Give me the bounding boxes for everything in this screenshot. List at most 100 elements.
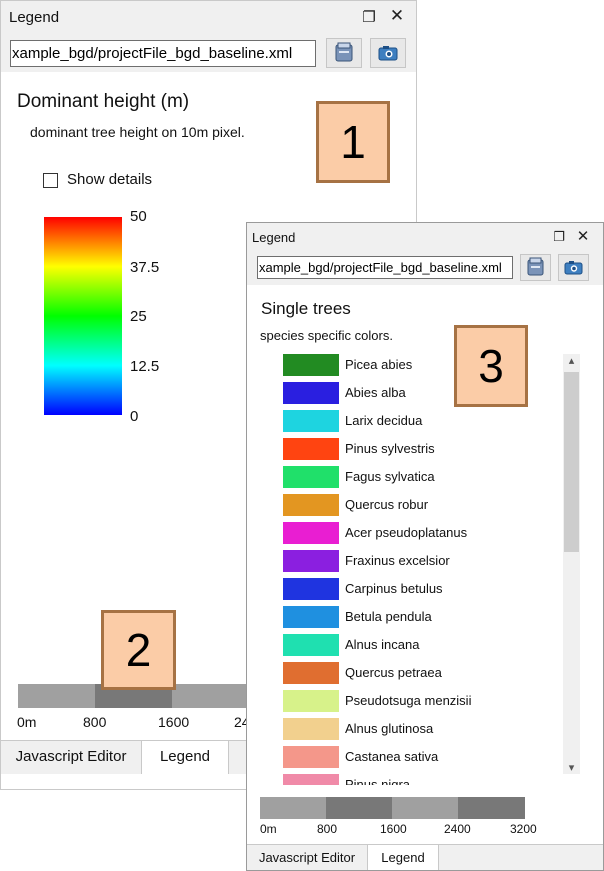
species-name: Alnus glutinosa — [345, 721, 434, 736]
legend-description: dominant tree height on 10m pixel. — [30, 124, 245, 140]
scale-label: 800 — [83, 714, 107, 730]
gradient-label-high: 37.5 — [130, 259, 160, 276]
species-legend-item: Pinus nigra — [283, 774, 557, 785]
legend-panel-3: Legend ❐ ✕ xample_bgd/projectFile_bgd_ba… — [246, 222, 604, 871]
species-name: Quercus petraea — [345, 665, 442, 680]
scroll-up-icon[interactable]: ▴ — [563, 354, 580, 367]
species-name: Alnus incana — [345, 637, 420, 652]
scale-segment — [392, 797, 458, 819]
color-gradient-bar — [44, 217, 122, 415]
panel-title: Legend — [252, 230, 296, 245]
scale-segment — [172, 684, 246, 708]
float-window-icon[interactable]: ❐ — [359, 8, 379, 26]
species-color-swatch — [283, 410, 339, 432]
scale-segment — [260, 797, 326, 819]
tab-legend[interactable]: Legend — [367, 845, 439, 870]
project-file-path-field[interactable]: xample_bgd/projectFile_bgd_baseline.xml — [10, 40, 316, 67]
species-name: Acer pseudoplatanus — [345, 525, 468, 540]
species-list: Picea abies Abies alba Larix decidua Pinus … — [283, 354, 557, 785]
open-file-button[interactable] — [520, 254, 551, 281]
species-color-swatch — [283, 494, 339, 516]
species-color-swatch — [283, 606, 339, 628]
species-color-swatch — [283, 438, 339, 460]
legend-content: Single trees species specific colors. Pi… — [247, 285, 603, 844]
species-color-swatch — [283, 354, 339, 376]
species-name: Castanea sativa — [345, 749, 439, 764]
scale-label: 800 — [317, 822, 338, 836]
folder-open-icon — [527, 257, 544, 276]
species-color-swatch — [283, 550, 339, 572]
panel-title: Legend — [9, 9, 60, 26]
gradient-label-low: 12.5 — [130, 358, 160, 375]
species-name: Quercus robur — [345, 497, 429, 512]
species-legend-item: Carpinus betulus — [283, 578, 557, 600]
scroll-down-icon[interactable]: ▾ — [563, 761, 580, 774]
camera-icon — [378, 46, 398, 61]
scale-label: 1600 — [158, 714, 190, 730]
species-scrollbar[interactable]: ▴ ▾ — [563, 354, 580, 774]
species-color-swatch — [283, 718, 339, 740]
species-name: Picea abies — [345, 357, 413, 372]
scale-segment — [458, 797, 525, 819]
species-legend-item: Alnus incana — [283, 634, 557, 656]
scale-label: 2400 — [444, 822, 471, 836]
panel-titlebar[interactable]: Legend ❐ ✕ — [247, 223, 603, 250]
species-color-swatch — [283, 466, 339, 488]
show-details-checkbox[interactable] — [43, 173, 58, 188]
species-legend-item: Pinus sylvestris — [283, 438, 557, 460]
species-name: Fraxinus excelsior — [345, 553, 450, 568]
callout-label: 1 — [316, 101, 390, 183]
scale-segment — [18, 684, 95, 708]
panel-tabs: Javascript Editor Legend — [247, 844, 603, 870]
panel-titlebar[interactable]: Legend ❐ ✕ — [1, 1, 416, 34]
screenshot-button[interactable] — [370, 38, 406, 68]
scale-bar — [260, 797, 525, 819]
species-name: Carpinus betulus — [345, 581, 443, 596]
tab-legend[interactable]: Legend — [141, 741, 229, 774]
species-color-swatch — [283, 662, 339, 684]
project-file-path-field[interactable]: xample_bgd/projectFile_bgd_baseline.xml — [257, 256, 513, 279]
screenshot-button[interactable] — [558, 254, 589, 281]
scale-label: 0m — [260, 822, 277, 836]
close-icon[interactable]: ✕ — [574, 227, 592, 245]
species-legend-item: Acer pseudoplatanus — [283, 522, 557, 544]
scale-segment — [326, 797, 392, 819]
float-window-icon[interactable]: ❐ — [550, 229, 568, 245]
close-icon[interactable]: ✕ — [387, 6, 407, 26]
species-color-swatch — [283, 690, 339, 712]
legend-description: species specific colors. — [260, 328, 393, 343]
tab-javascript-editor[interactable]: Javascript Editor — [247, 845, 367, 870]
tab-javascript-editor[interactable]: Javascript Editor — [1, 741, 141, 774]
species-legend-item: Larix decidua — [283, 410, 557, 432]
species-color-swatch — [283, 522, 339, 544]
species-color-swatch — [283, 774, 339, 785]
project-path-row: xample_bgd/projectFile_bgd_baseline.xml — [247, 250, 603, 285]
scale-label: 3200 — [510, 822, 537, 836]
open-file-button[interactable] — [326, 38, 362, 68]
gradient-label-mid: 25 — [130, 308, 147, 325]
species-name: Larix decidua — [345, 413, 423, 428]
species-name: Pseudotsuga menzisii — [345, 693, 472, 708]
species-name: Abies alba — [345, 385, 406, 400]
species-color-swatch — [283, 382, 339, 404]
species-color-swatch — [283, 746, 339, 768]
project-path-row: xample_bgd/projectFile_bgd_baseline.xml — [1, 34, 416, 72]
legend-title: Dominant height (m) — [17, 91, 190, 112]
folder-open-icon — [335, 42, 353, 62]
show-details-label: Show details — [67, 171, 153, 188]
species-legend-item: Castanea sativa — [283, 746, 557, 768]
species-legend-item: Betula pendula — [283, 606, 557, 628]
camera-icon — [564, 261, 583, 275]
species-legend-item: Quercus petraea — [283, 662, 557, 684]
callout-label: 3 — [454, 325, 528, 407]
species-color-swatch — [283, 634, 339, 656]
species-name: Betula pendula — [345, 609, 432, 624]
scale-label: 0m — [17, 714, 37, 730]
species-name: Pinus nigra — [345, 777, 411, 785]
species-legend-item: Quercus robur — [283, 494, 557, 516]
species-legend-item: Fraxinus excelsior — [283, 550, 557, 572]
scroll-thumb[interactable] — [564, 372, 579, 552]
species-legend-item: Pseudotsuga menzisii — [283, 690, 557, 712]
scale-label: 1600 — [380, 822, 407, 836]
gradient-label-max: 50 — [130, 208, 147, 225]
